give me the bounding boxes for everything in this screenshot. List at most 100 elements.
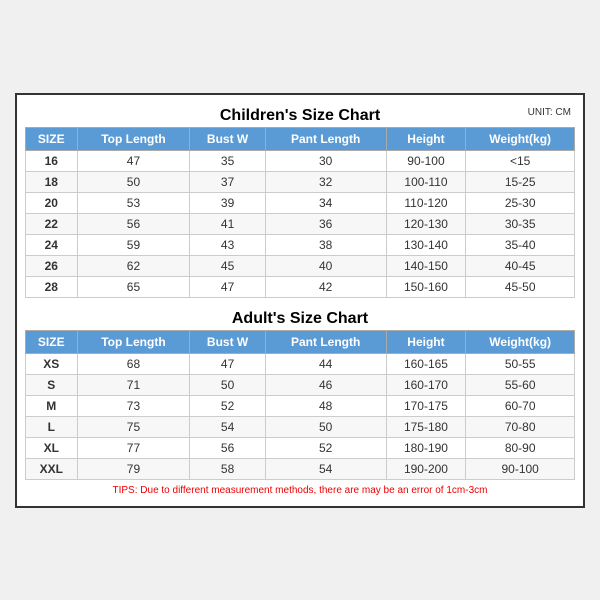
table-row: XL775652180-19080-90 xyxy=(26,437,575,458)
table-cell: L xyxy=(26,416,78,437)
table-cell: 20 xyxy=(26,192,78,213)
table-cell: 45-50 xyxy=(466,276,575,297)
table-cell: 59 xyxy=(77,234,190,255)
table-cell: 90-100 xyxy=(466,458,575,479)
tips-text: TIPS: Due to different measurement metho… xyxy=(25,480,575,498)
table-row: 20533934110-12025-30 xyxy=(26,192,575,213)
adult-header-row: SIZE Top Length Bust W Pant Length Heigh… xyxy=(26,330,575,353)
table-cell: 65 xyxy=(77,276,190,297)
table-row: 22564136120-13030-35 xyxy=(26,213,575,234)
table-row: XS684744160-16550-55 xyxy=(26,353,575,374)
table-cell: XS xyxy=(26,353,78,374)
table-cell: 41 xyxy=(190,213,265,234)
table-cell: 190-200 xyxy=(386,458,466,479)
table-cell: 22 xyxy=(26,213,78,234)
table-cell: 48 xyxy=(265,395,386,416)
children-col-pant-length: Pant Length xyxy=(265,127,386,150)
table-cell: 24 xyxy=(26,234,78,255)
table-cell: 160-165 xyxy=(386,353,466,374)
table-cell: 90-100 xyxy=(386,150,466,171)
table-cell: 47 xyxy=(190,276,265,297)
table-cell: 120-130 xyxy=(386,213,466,234)
table-cell: 16 xyxy=(26,150,78,171)
table-row: 1647353090-100<15 xyxy=(26,150,575,171)
table-cell: 130-140 xyxy=(386,234,466,255)
table-cell: 56 xyxy=(77,213,190,234)
table-cell: 56 xyxy=(190,437,265,458)
children-col-weight: Weight(kg) xyxy=(466,127,575,150)
table-cell: 54 xyxy=(265,458,386,479)
adult-col-height: Height xyxy=(386,330,466,353)
table-cell: 15-25 xyxy=(466,171,575,192)
table-row: 26624540140-15040-45 xyxy=(26,255,575,276)
table-cell: 47 xyxy=(190,353,265,374)
table-row: 24594338130-14035-40 xyxy=(26,234,575,255)
table-cell: 44 xyxy=(265,353,386,374)
table-cell: 50 xyxy=(190,374,265,395)
table-cell: 150-160 xyxy=(386,276,466,297)
table-cell: 77 xyxy=(77,437,190,458)
table-cell: S xyxy=(26,374,78,395)
adult-col-pant-length: Pant Length xyxy=(265,330,386,353)
table-cell: 50 xyxy=(265,416,386,437)
adult-col-top-length: Top Length xyxy=(77,330,190,353)
table-cell: 45 xyxy=(190,255,265,276)
table-cell: 55-60 xyxy=(466,374,575,395)
adult-col-bust-w: Bust W xyxy=(190,330,265,353)
table-cell: 18 xyxy=(26,171,78,192)
table-cell: 34 xyxy=(265,192,386,213)
table-cell: 54 xyxy=(190,416,265,437)
table-cell: 58 xyxy=(190,458,265,479)
adult-table: SIZE Top Length Bust W Pant Length Heigh… xyxy=(25,330,575,480)
table-cell: 35-40 xyxy=(466,234,575,255)
children-col-height: Height xyxy=(386,127,466,150)
children-section-title: Children's Size Chart UNIT: CM xyxy=(25,103,575,127)
table-cell: 32 xyxy=(265,171,386,192)
table-cell: 79 xyxy=(77,458,190,479)
table-cell: 42 xyxy=(265,276,386,297)
table-row: L755450175-18070-80 xyxy=(26,416,575,437)
adult-section-title: Adult's Size Chart xyxy=(25,306,575,330)
unit-label: UNIT: CM xyxy=(528,107,571,118)
table-cell: 46 xyxy=(265,374,386,395)
table-cell: 47 xyxy=(77,150,190,171)
table-cell: 43 xyxy=(190,234,265,255)
table-cell: 175-180 xyxy=(386,416,466,437)
table-cell: 30 xyxy=(265,150,386,171)
table-cell: M xyxy=(26,395,78,416)
table-cell: 170-175 xyxy=(386,395,466,416)
table-cell: 40 xyxy=(265,255,386,276)
table-cell: 28 xyxy=(26,276,78,297)
table-row: 28654742150-16045-50 xyxy=(26,276,575,297)
adult-tbody: XS684744160-16550-55S715046160-17055-60M… xyxy=(26,353,575,479)
table-cell: 62 xyxy=(77,255,190,276)
table-cell: 38 xyxy=(265,234,386,255)
children-title-text: Children's Size Chart xyxy=(220,107,380,124)
table-cell: 110-120 xyxy=(386,192,466,213)
table-cell: 37 xyxy=(190,171,265,192)
table-cell: 50-55 xyxy=(466,353,575,374)
children-tbody: 1647353090-100<1518503732100-11015-25205… xyxy=(26,150,575,297)
children-header-row: SIZE Top Length Bust W Pant Length Heigh… xyxy=(26,127,575,150)
adult-col-size: SIZE xyxy=(26,330,78,353)
adult-col-weight: Weight(kg) xyxy=(466,330,575,353)
children-col-size: SIZE xyxy=(26,127,78,150)
table-cell: 100-110 xyxy=(386,171,466,192)
table-cell: 40-45 xyxy=(466,255,575,276)
table-row: 18503732100-11015-25 xyxy=(26,171,575,192)
table-cell: 180-190 xyxy=(386,437,466,458)
table-cell: 26 xyxy=(26,255,78,276)
table-cell: 80-90 xyxy=(466,437,575,458)
table-cell: 60-70 xyxy=(466,395,575,416)
children-col-top-length: Top Length xyxy=(77,127,190,150)
table-cell: <15 xyxy=(466,150,575,171)
table-row: M735248170-17560-70 xyxy=(26,395,575,416)
table-cell: 68 xyxy=(77,353,190,374)
table-cell: 53 xyxy=(77,192,190,213)
table-cell: 52 xyxy=(265,437,386,458)
table-cell: 50 xyxy=(77,171,190,192)
table-cell: XXL xyxy=(26,458,78,479)
children-col-bust-w: Bust W xyxy=(190,127,265,150)
table-cell: 70-80 xyxy=(466,416,575,437)
table-cell: 35 xyxy=(190,150,265,171)
